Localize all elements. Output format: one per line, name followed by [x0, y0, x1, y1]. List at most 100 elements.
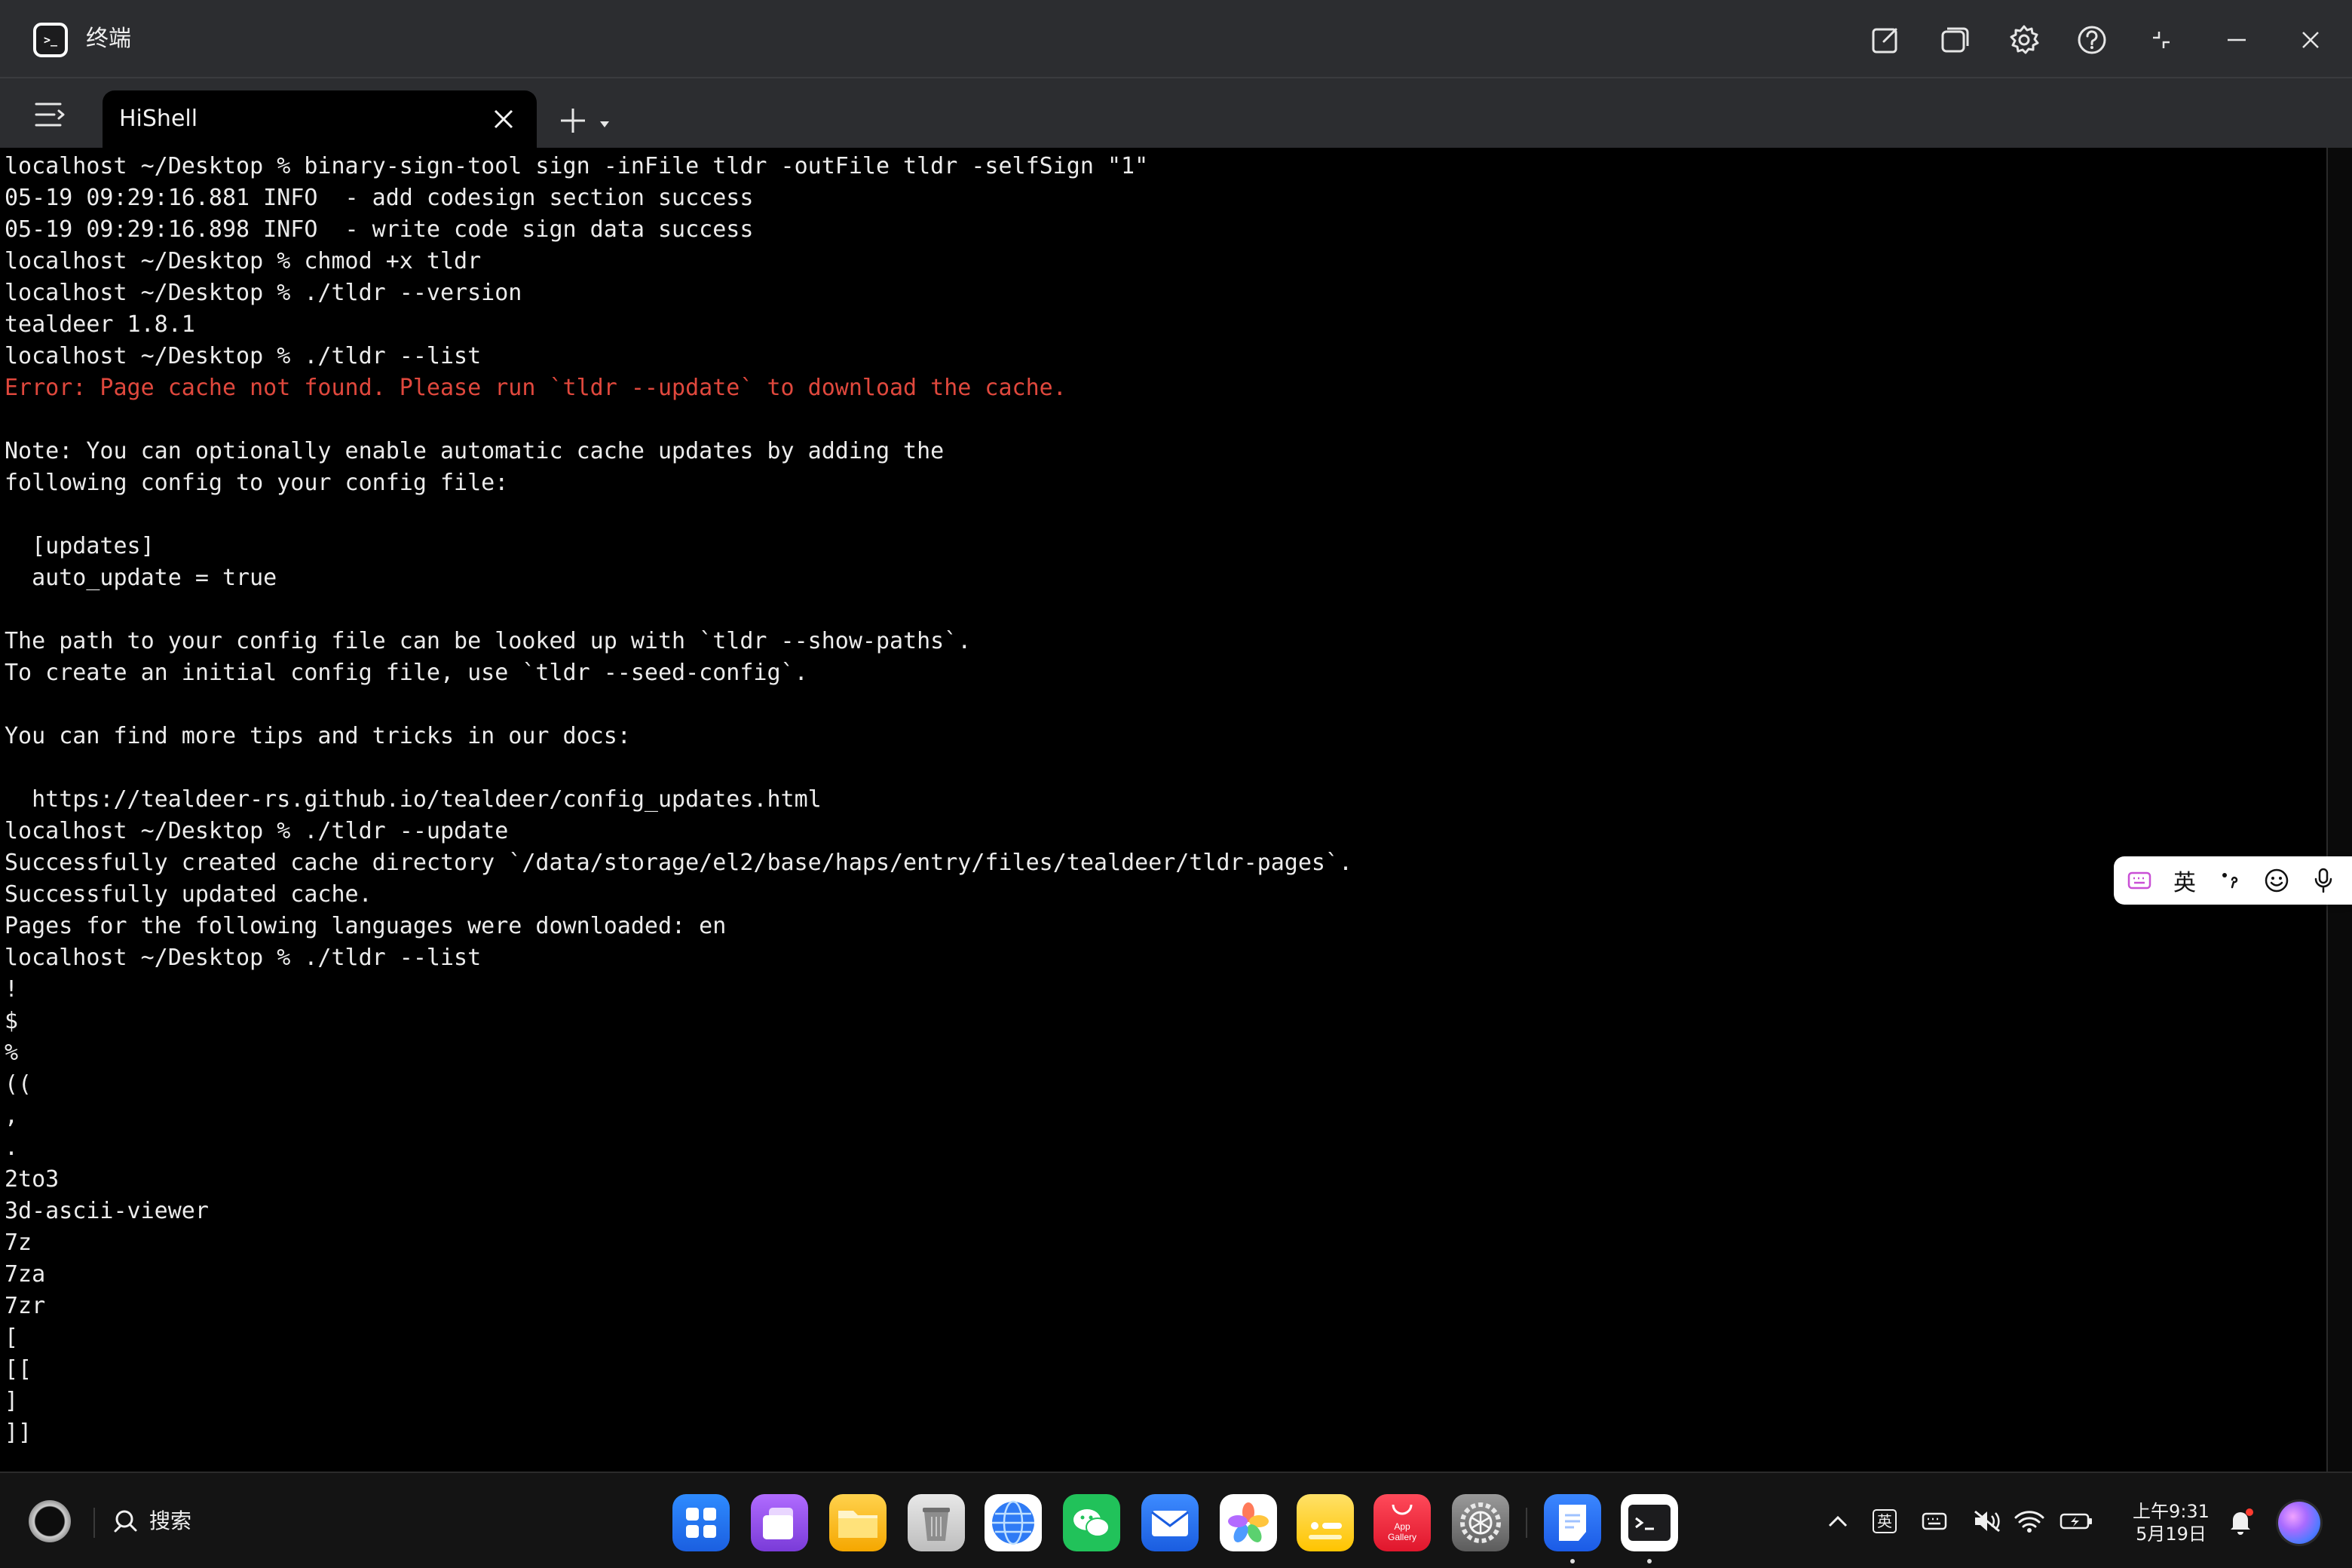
tray-ime-button[interactable]: 英	[1870, 1506, 1900, 1536]
terminal-line: localhost ~/Desktop % chmod +x tldr	[5, 248, 482, 274]
terminal-line: https://tealdeer-rs.github.io/tealdeer/c…	[5, 786, 822, 813]
gear-icon	[2010, 25, 2039, 54]
minimize-button[interactable]	[2216, 20, 2257, 60]
tab-hishell[interactable]: HiShell	[103, 90, 537, 148]
dock-notes[interactable]	[1297, 1494, 1354, 1551]
split-window-button[interactable]	[1934, 20, 1975, 60]
ime-toolbar: 英	[2114, 856, 2352, 905]
new-window-button[interactable]	[1865, 20, 1906, 60]
terminal-line: Successfully created cache directory `/d…	[5, 850, 1353, 876]
battery-charging-icon	[2060, 1513, 2092, 1530]
caret-down-icon	[600, 121, 609, 127]
terminal-line: $	[5, 1008, 19, 1034]
notification-button[interactable]	[2225, 1506, 2256, 1536]
tray-expand-button[interactable]	[1824, 1506, 1851, 1536]
tab-label: HiShell	[119, 106, 198, 132]
dock-multi-window[interactable]	[751, 1494, 808, 1551]
dock-browser[interactable]	[985, 1494, 1042, 1551]
restore-button[interactable]	[2141, 20, 2182, 60]
dock-terminal[interactable]	[1621, 1494, 1678, 1551]
dock-files[interactable]	[829, 1494, 887, 1551]
new-tab-button[interactable]	[558, 106, 588, 136]
running-indicator	[1570, 1559, 1575, 1563]
bell-icon	[2231, 1508, 2253, 1535]
new-tab-menu-button[interactable]	[599, 118, 611, 127]
assistant-orb-icon[interactable]	[2278, 1502, 2320, 1544]
keyboard-icon	[1922, 1512, 1947, 1530]
dock-wechat[interactable]	[1063, 1494, 1120, 1551]
app-gallery-label: App Gallery	[1387, 1521, 1416, 1542]
search-label[interactable]: 搜索	[149, 1505, 191, 1538]
tray-volume-button[interactable]	[1971, 1506, 2004, 1536]
terminal-line: 3d-ascii-viewer	[5, 1198, 209, 1224]
ime-emoji-button[interactable]	[2260, 864, 2293, 897]
gear-icon	[1460, 1502, 1501, 1543]
tray-battery-button[interactable]	[2058, 1506, 2094, 1536]
terminal-app-icon: >_	[33, 23, 68, 57]
help-button[interactable]	[2072, 20, 2112, 60]
grid-icon	[686, 1508, 716, 1538]
dock-settings[interactable]	[1452, 1494, 1509, 1551]
dock-app-center[interactable]	[672, 1494, 730, 1551]
terminal-line: 05-19 09:29:16.881 INFO - add codesign s…	[5, 185, 754, 211]
terminal-line: localhost ~/Desktop % binary-sign-tool s…	[5, 153, 1149, 179]
terminal-line: 2to3	[5, 1166, 60, 1193]
menu-icon	[35, 103, 65, 127]
close-icon	[2302, 32, 2319, 48]
terminal-line: localhost ~/Desktop % ./tldr --update	[5, 818, 509, 844]
start-button[interactable]	[29, 1500, 71, 1542]
tab-close-button[interactable]	[492, 107, 516, 131]
terminal-line: Pages for the following languages were d…	[5, 913, 727, 939]
folder-icon	[838, 1511, 877, 1538]
terminal-output[interactable]: localhost ~/Desktop % binary-sign-tool s…	[0, 148, 2326, 1472]
terminal-line: To create an initial config file, use `t…	[5, 660, 808, 686]
terminal-scrollbar[interactable]	[2326, 148, 2352, 1472]
sidebar-toggle-button[interactable]	[32, 98, 69, 131]
dock-trash[interactable]	[908, 1494, 965, 1551]
terminal-line: ]]	[5, 1419, 32, 1446]
ime-keyboard-button[interactable]	[2123, 864, 2156, 897]
globe-icon	[992, 1500, 1034, 1545]
terminal-line: ,	[5, 1103, 19, 1129]
running-indicator	[1647, 1559, 1652, 1563]
microphone-icon	[2314, 868, 2332, 893]
window-title: 终端	[86, 26, 131, 52]
windows-icon	[1941, 27, 1969, 53]
terminal-line: 7z	[5, 1230, 32, 1256]
tab-bar: HiShell	[0, 78, 2352, 148]
terminal-line: [[	[5, 1356, 32, 1383]
terminal-line: ((	[5, 1071, 32, 1098]
terminal-line: You can find more tips and tricks in our…	[5, 723, 631, 749]
ime-language-toggle[interactable]: 英	[2168, 864, 2201, 897]
terminal-icon	[1628, 1505, 1671, 1541]
dock-mail[interactable]	[1141, 1494, 1199, 1551]
dock-photos[interactable]	[1220, 1494, 1277, 1551]
ime-punctuation-button[interactable]	[2213, 864, 2246, 897]
close-window-button[interactable]	[2290, 20, 2331, 60]
tray-keyboard-button[interactable]	[1919, 1506, 1949, 1536]
wifi-icon	[2014, 1511, 2044, 1533]
dock-memo[interactable]	[1544, 1494, 1601, 1551]
notes-icon	[1309, 1522, 1342, 1539]
terminal-line: tealdeer 1.8.1	[5, 311, 195, 338]
terminal-line: ]	[5, 1388, 19, 1414]
terminal-line: localhost ~/Desktop % ./tldr --version	[5, 280, 522, 306]
help-icon	[2078, 26, 2106, 54]
taskbar-divider	[93, 1508, 95, 1538]
terminal-line: 05-19 09:29:16.898 INFO - write code sig…	[5, 216, 754, 243]
terminal-line: auto_update = true	[5, 565, 277, 591]
terminal-line: localhost ~/Desktop % ./tldr --list	[5, 945, 482, 971]
windows-icon	[763, 1508, 793, 1539]
settings-button[interactable]	[2004, 20, 2044, 60]
tray-wifi-button[interactable]	[2013, 1506, 2046, 1536]
close-icon	[494, 109, 513, 129]
dock-app-gallery[interactable]: App Gallery	[1374, 1494, 1431, 1551]
terminal-line: following config to your config file:	[5, 470, 509, 496]
search-icon[interactable]	[112, 1508, 139, 1535]
ime-voice-button[interactable]	[2307, 864, 2340, 897]
clock[interactable]: 上午9:31 5月19日	[2126, 1500, 2216, 1545]
